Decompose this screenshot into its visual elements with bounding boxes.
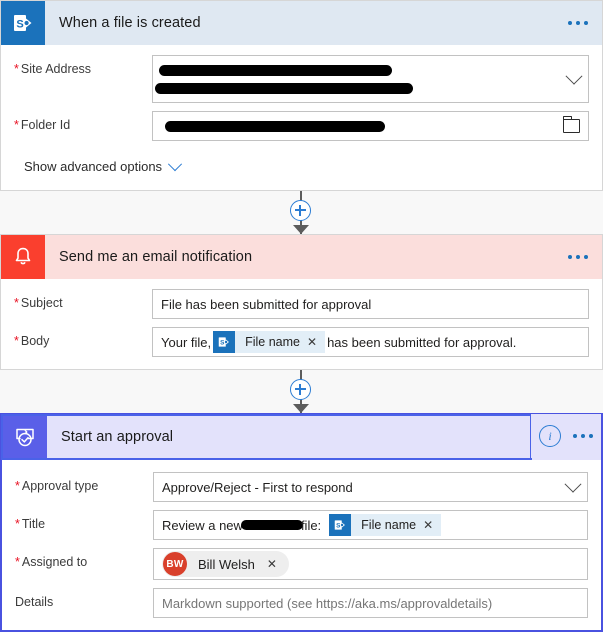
field-label-folder-id: * Folder Id <box>14 118 71 132</box>
sharepoint-icon: S <box>213 331 236 353</box>
card-title: When a file is created <box>59 15 201 31</box>
show-advanced-options-button[interactable]: Show advanced options <box>14 149 589 178</box>
body-input[interactable]: Your file, S File name ✕ has been submit… <box>152 327 589 357</box>
bell-icon <box>1 235 45 279</box>
title-prefix-text: Review a new <box>162 517 243 533</box>
required-asterisk: * <box>14 296 19 310</box>
required-asterisk: * <box>14 334 19 348</box>
field-label-site-address: * Site Address <box>14 62 92 76</box>
details-placeholder: Markdown supported (see https://aka.ms/a… <box>162 595 493 611</box>
folder-id-value-redacted <box>165 121 385 132</box>
flow-connector-1 <box>0 191 603 234</box>
card-header-send-me-an-email-notification[interactable]: Send me an email notification <box>1 235 602 279</box>
field-label-approval-type: * Approval type <box>15 479 99 493</box>
field-row-body: * Body Your file, S File name ✕ has been… <box>14 327 589 357</box>
approval-type-value: Approve/Reject - First to respond <box>162 479 353 495</box>
redaction-bar <box>240 520 303 530</box>
card-more-menu-button[interactable] <box>568 21 602 25</box>
required-asterisk: * <box>15 517 20 531</box>
svg-text:S: S <box>16 19 23 31</box>
field-label-body: * Body <box>14 334 50 348</box>
details-input[interactable]: Markdown supported (see https://aka.ms/a… <box>153 588 588 618</box>
field-row-assigned-to: * Assigned to BW Bill Welsh ✕ <box>15 548 588 580</box>
required-asterisk: * <box>14 118 19 132</box>
flow-connector-2 <box>0 370 603 413</box>
field-row-site-address: * Site Address <box>14 55 589 103</box>
info-icon[interactable]: i <box>539 425 561 447</box>
card-header-start-an-approval[interactable]: Start an approval <box>1 414 532 460</box>
flow-card-start-approval[interactable]: Start an approval i * Approval type Appro… <box>0 413 603 632</box>
field-label-assigned-to: * Assigned to <box>15 555 88 569</box>
flow-card-email-notification[interactable]: Send me an email notification * Subject F… <box>0 234 603 370</box>
connector-arrow <box>293 225 309 234</box>
redaction-bar <box>159 65 392 76</box>
title-prefix2-text: file: <box>300 517 322 533</box>
token-label: File name <box>245 335 300 349</box>
field-row-approval-type: * Approval type Approve/Reject - First to… <box>15 472 588 502</box>
field-row-details: Details Markdown supported (see https://… <box>15 588 588 618</box>
card-body-email: * Subject File has been submitted for app… <box>1 279 602 369</box>
card-header-actions: i <box>531 414 601 458</box>
card-more-menu-button[interactable] <box>568 255 602 259</box>
folder-id-input[interactable] <box>152 111 589 141</box>
person-chip-bill-welsh[interactable]: BW Bill Welsh ✕ <box>162 551 289 577</box>
remove-token-icon[interactable]: ✕ <box>423 519 441 531</box>
body-suffix-text: has been submitted for approval. <box>327 334 517 350</box>
dynamic-token-file-name[interactable]: S File name ✕ <box>213 331 326 353</box>
title-input[interactable]: Review a new file: S File name ✕ <box>153 510 588 540</box>
required-asterisk: * <box>15 479 20 493</box>
site-address-input[interactable] <box>152 55 589 103</box>
card-body-trigger: * Site Address * Folder Id Show advanced… <box>1 45 602 190</box>
required-asterisk: * <box>15 555 20 569</box>
chevron-down-icon[interactable] <box>559 475 582 493</box>
approval-icon <box>3 416 47 458</box>
person-name: Bill Welsh <box>198 556 255 572</box>
add-step-button[interactable] <box>290 200 311 221</box>
card-header-when-a-file-is-created[interactable]: S When a file is created <box>1 1 602 45</box>
sharepoint-icon: S <box>1 1 45 45</box>
body-prefix-text: Your file, <box>161 334 212 350</box>
subject-value: File has been submitted for approval <box>161 296 372 312</box>
field-row-subject: * Subject File has been submitted for app… <box>14 289 589 319</box>
field-row-title: * Title Review a new file: S File name ✕ <box>15 510 588 540</box>
add-step-button[interactable] <box>290 379 311 400</box>
redaction-bar <box>155 83 413 94</box>
svg-text:S: S <box>336 523 341 530</box>
sharepoint-icon: S <box>329 514 352 536</box>
connector-arrow <box>293 404 309 413</box>
approval-type-select[interactable]: Approve/Reject - First to respond <box>153 472 588 502</box>
chevron-down-icon[interactable] <box>560 56 588 102</box>
field-label-title: * Title <box>15 517 46 531</box>
required-asterisk: * <box>14 62 19 76</box>
assigned-to-input[interactable]: BW Bill Welsh ✕ <box>153 548 588 580</box>
card-more-menu-button[interactable] <box>573 434 593 438</box>
field-row-folder-id: * Folder Id <box>14 111 589 141</box>
chevron-down-icon <box>167 156 183 171</box>
site-address-value-redacted <box>153 56 560 102</box>
show-advanced-options-label: Show advanced options <box>24 159 163 174</box>
folder-picker-icon[interactable] <box>562 116 580 133</box>
remove-person-icon[interactable]: ✕ <box>267 557 285 571</box>
flow-designer: S When a file is created *Site Address <box>0 0 603 632</box>
avatar: BW <box>163 552 187 576</box>
card-body-approval: * Approval type Approve/Reject - First to… <box>2 460 601 630</box>
remove-token-icon[interactable]: ✕ <box>307 336 325 348</box>
svg-text:S: S <box>220 340 225 347</box>
card-title: Start an approval <box>61 429 174 445</box>
token-label: File name <box>361 518 417 532</box>
card-title: Send me an email notification <box>59 249 253 265</box>
dynamic-token-file-name[interactable]: S File name ✕ <box>329 514 442 536</box>
field-label-subject: * Subject <box>14 296 63 310</box>
flow-card-trigger-sharepoint[interactable]: S When a file is created *Site Address <box>0 0 603 191</box>
subject-input[interactable]: File has been submitted for approval <box>152 289 589 319</box>
